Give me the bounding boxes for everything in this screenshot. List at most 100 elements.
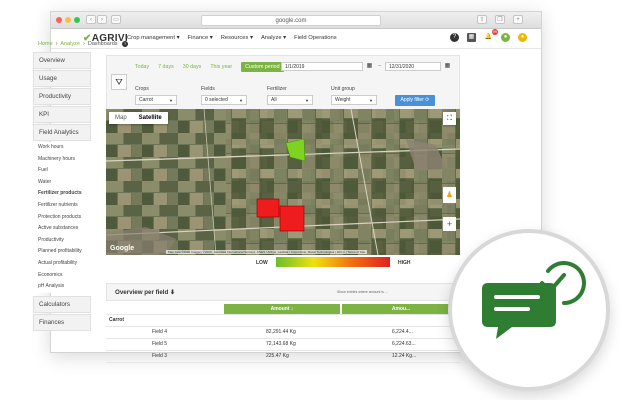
period-7-days[interactable]: 7 days: [158, 64, 174, 70]
bell-icon[interactable]: 🔔 99: [484, 29, 498, 42]
menu-finance[interactable]: Finance ▾: [188, 35, 213, 41]
cell-amount: 82,291.44 Kg: [266, 329, 296, 335]
chevron-down-icon: ▼: [305, 98, 309, 103]
satellite-map[interactable]: Map Satellite ⛶ ♟ + Google Map data ©202…: [106, 109, 460, 255]
breadcrumb-home[interactable]: Home: [38, 41, 53, 47]
avatar[interactable]: ●: [518, 33, 527, 42]
sidebar-sub-actual-profitability[interactable]: Actual profitability: [33, 257, 91, 270]
fields-label: Fields: [201, 86, 215, 92]
apply-filter-button[interactable]: Apply filter ⟳: [395, 95, 435, 106]
pegman-icon[interactable]: ♟: [443, 187, 456, 203]
fertilizer-select[interactable]: All ▼: [267, 95, 313, 105]
share-icon[interactable]: ⇧: [477, 15, 487, 24]
sidebar: Overview Usage Productivity KPI Field An…: [33, 52, 91, 332]
new-tab-icon[interactable]: +: [513, 15, 523, 24]
date-from-input[interactable]: 1/1/2019: [281, 62, 363, 71]
sidebar-toggle-icon[interactable]: ▭: [111, 15, 121, 24]
fullscreen-icon[interactable]: ⛶: [443, 112, 456, 125]
help-icon[interactable]: ?: [450, 33, 459, 42]
close-dot[interactable]: [56, 17, 62, 23]
sidebar-item-field-analytics[interactable]: Field Analytics: [33, 124, 91, 141]
sidebar-sub-fertilizer-products[interactable]: Fertilizer products: [33, 188, 91, 200]
sidebar-sub-protection-products[interactable]: Protection products: [33, 211, 91, 224]
cell-amount: 72,143.68 Kg: [266, 341, 296, 347]
sidebar-item-usage[interactable]: Usage: [33, 70, 91, 87]
tabs-icon[interactable]: ❐: [495, 15, 505, 24]
sidebar-item-overview[interactable]: Overview: [33, 52, 91, 69]
crops-select[interactable]: Carrot ▼: [135, 95, 177, 105]
sidebar-sub-productivity[interactable]: Productivity: [33, 234, 91, 247]
overview-table: Amount ↕ Amou... Carrot Field 4 82,291.4…: [106, 304, 460, 363]
sidebar-sub-fertilizer-nutrients[interactable]: Fertilizer nutrients: [33, 199, 91, 212]
chat-check-icon: [482, 261, 586, 339]
calendar-icon[interactable]: ▦: [467, 33, 476, 42]
sidebar-sub-active-substances[interactable]: Active substances: [33, 223, 91, 235]
filter-clear-icon[interactable]: ⛛: [111, 74, 127, 90]
unit-group-select[interactable]: Weight ▼: [331, 95, 377, 105]
overview-header: Overview per field ⬇ Show entries where …: [106, 283, 460, 301]
chat-badge-circle: [448, 229, 610, 391]
field-high-polygon-2[interactable]: [279, 205, 305, 232]
column-amount[interactable]: Amount ↕: [224, 304, 340, 314]
calendar-icon-from[interactable]: ▦: [365, 62, 374, 71]
cell-amount-2: 6,224.63...: [392, 341, 416, 347]
period-this-year[interactable]: This year: [210, 64, 232, 70]
breadcrumb-analyze[interactable]: Analyze: [60, 41, 80, 47]
calendar-icon-to[interactable]: ▦: [443, 62, 452, 71]
address-bar[interactable]: google.com: [201, 15, 381, 26]
chevron-down-icon: ▼: [369, 98, 373, 103]
period-30-days[interactable]: 30 days: [183, 64, 202, 70]
sidebar-item-kpi[interactable]: KPI: [33, 106, 91, 123]
cell-amount-2: 6,224.4...: [392, 329, 413, 335]
legend-gradient: [276, 257, 390, 267]
column-amount-2[interactable]: Amou...: [342, 304, 460, 314]
back-button[interactable]: ‹: [86, 15, 96, 24]
crops-label: Crops: [135, 86, 149, 92]
table-row[interactable]: Field 3 225.47 Kg 12.24 Kg...: [106, 351, 460, 363]
chevron-down-icon: ▼: [169, 98, 173, 103]
table-row[interactable]: Field 5 72,143.68 Kg 6,224.63...: [106, 339, 460, 351]
maximize-dot[interactable]: [74, 17, 80, 23]
cell-amount: 225.47 Kg: [266, 353, 289, 359]
overview-title[interactable]: Overview per field ⬇: [115, 289, 175, 296]
cell-field: Field 5: [152, 341, 168, 347]
legend-high: HIGH: [398, 260, 411, 266]
fields-select[interactable]: 0 selected ▼: [201, 95, 247, 105]
date-to-input[interactable]: 12/31/2020: [385, 62, 441, 71]
sidebar-sub-fuel[interactable]: Fuel: [33, 165, 91, 177]
cell-field: Field 3: [152, 353, 168, 359]
main-menu: Crop management ▾ Finance ▾ Resources ▾ …: [127, 35, 337, 41]
period-today[interactable]: Today: [135, 64, 149, 70]
breadcrumb: Home › Analyze › Dashboards ?: [38, 41, 129, 47]
fertilizer-label: Fertilizer: [267, 86, 287, 92]
chat-icon[interactable]: ●: [501, 33, 510, 42]
table-row[interactable]: Field 4 82,291.44 Kg 6,224.4...: [106, 327, 460, 339]
menu-crop-management[interactable]: Crop management ▾: [127, 35, 180, 41]
sidebar-item-finances[interactable]: Finances: [33, 313, 91, 331]
tab-map[interactable]: Map: [109, 112, 133, 124]
sidebar-sub-work-hours[interactable]: Work hours: [33, 142, 91, 154]
sidebar-sub-economics[interactable]: Economics: [33, 269, 91, 282]
forward-button[interactable]: ›: [97, 15, 107, 24]
map-type-tabs: Map Satellite: [109, 112, 168, 124]
info-icon[interactable]: ?: [122, 41, 129, 47]
menu-analyze[interactable]: Analyze ▾: [261, 35, 286, 41]
table-header: Amount ↕ Amou...: [106, 304, 460, 315]
sidebar-item-calculators[interactable]: Calculators: [33, 295, 91, 313]
chevron-down-icon: ▼: [239, 98, 243, 103]
sidebar-sub-planned-profitability[interactable]: Planned profitability: [33, 246, 91, 258]
sidebar-sub-ph-analysis[interactable]: pH Analysis: [33, 281, 91, 293]
menu-resources[interactable]: Resources ▾: [221, 35, 253, 41]
top-icons: ? ▦ 🔔 99 ● ●: [450, 29, 527, 42]
field-high-polygon-1[interactable]: [256, 198, 280, 218]
group-label: Carrot: [109, 317, 125, 323]
sidebar-sub-water[interactable]: Water: [33, 176, 91, 189]
satellite-imagery: [106, 109, 460, 255]
tab-satellite[interactable]: Satellite: [133, 112, 168, 124]
period-custom[interactable]: Custom period: [241, 62, 284, 72]
zoom-in-button[interactable]: +: [443, 217, 456, 231]
sidebar-item-productivity[interactable]: Productivity: [33, 88, 91, 105]
sidebar-sub-machinery-hours[interactable]: Machinery hours: [33, 153, 91, 166]
minimize-dot[interactable]: [65, 17, 71, 23]
menu-field-operations[interactable]: Field Operations: [294, 35, 337, 41]
